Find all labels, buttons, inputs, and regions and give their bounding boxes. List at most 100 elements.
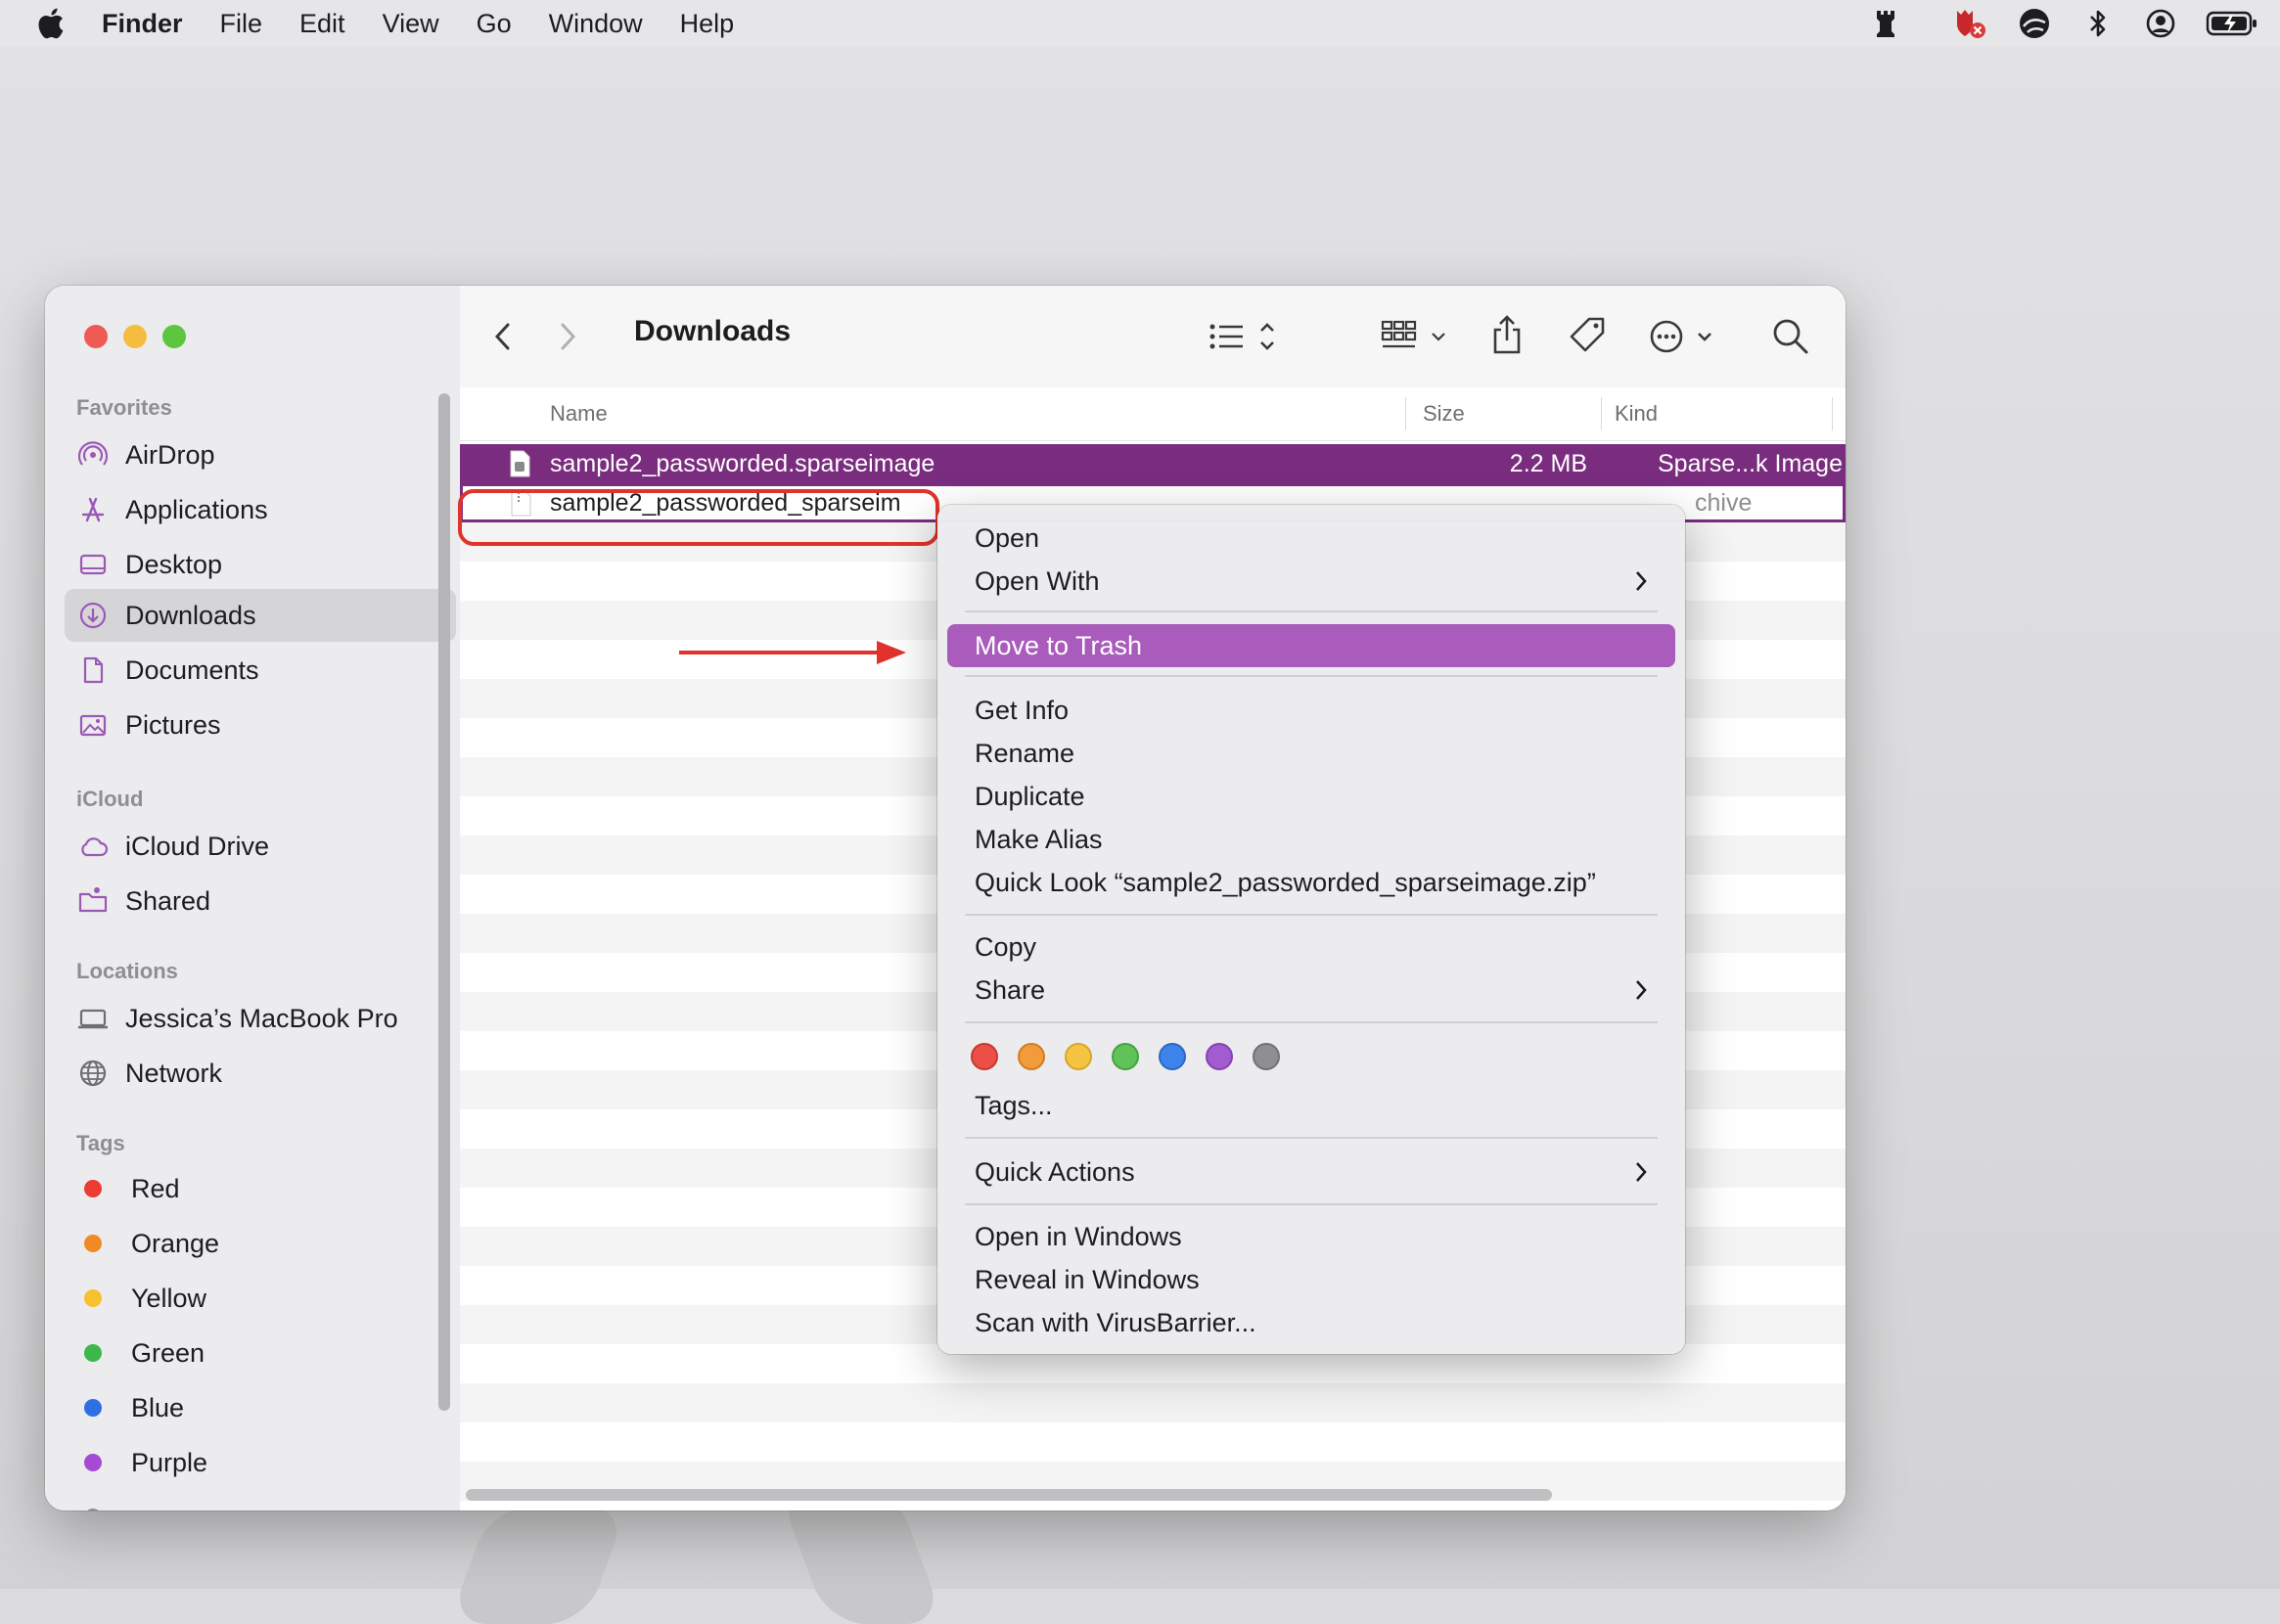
zoom-button[interactable]: [162, 325, 186, 348]
file-row-sparseimage[interactable]: sample2_passworded.sparseimage 2.2 MB Sp…: [460, 444, 1846, 483]
tag-color-gray[interactable]: [1253, 1043, 1280, 1070]
sidebar-item-desktop[interactable]: Desktop: [65, 538, 456, 591]
sidebar-item-network[interactable]: Network: [65, 1047, 456, 1100]
list-view-icon[interactable]: [1206, 317, 1286, 356]
tag-color-purple[interactable]: [1206, 1043, 1233, 1070]
menu-item-move-to-trash[interactable]: Move to Trash: [947, 624, 1675, 667]
menu-item-open[interactable]: Open: [947, 517, 1675, 560]
menu-item-label: Get Info: [975, 695, 1070, 725]
tag-color-green[interactable]: [1112, 1043, 1139, 1070]
menu-item-quick-actions[interactable]: Quick Actions: [947, 1150, 1675, 1194]
menu-item-make-alias[interactable]: Make Alias: [947, 818, 1675, 861]
tag-color-orange[interactable]: [1018, 1043, 1045, 1070]
tag-icon[interactable]: [1566, 313, 1609, 356]
sidebar-tag-more[interactable]: [65, 1491, 456, 1511]
menu-file[interactable]: File: [220, 9, 263, 39]
cloud-icon: [76, 830, 110, 863]
sidebar-item-label: Documents: [125, 654, 259, 685]
back-chevron-icon[interactable]: [487, 319, 517, 354]
sidebar-item-shared[interactable]: Shared: [65, 875, 456, 927]
sidebar-tag-yellow[interactable]: Yellow: [65, 1272, 456, 1325]
sidebar-item-pictures[interactable]: Pictures: [65, 699, 456, 751]
sidebar-item-label: Blue: [131, 1392, 185, 1422]
vpn-icon[interactable]: [2018, 0, 2051, 47]
sidebar-tag-orange[interactable]: Orange: [65, 1217, 456, 1270]
globe-icon: [76, 1057, 110, 1090]
menu-item-tags[interactable]: Tags...: [947, 1084, 1675, 1127]
sidebar-item-icloud-drive[interactable]: iCloud Drive: [65, 820, 456, 873]
more-actions-icon[interactable]: [1650, 315, 1722, 358]
sidebar-item-label: Purple: [131, 1447, 208, 1477]
menu-item-get-info[interactable]: Get Info: [947, 689, 1675, 732]
search-icon[interactable]: [1769, 315, 1812, 358]
menu-view[interactable]: View: [383, 9, 439, 39]
menu-help[interactable]: Help: [680, 9, 735, 39]
column-divider[interactable]: [1832, 397, 1833, 430]
sidebar-tag-green[interactable]: Green: [65, 1327, 456, 1379]
sidebar-item-applications[interactable]: Applications: [65, 483, 456, 536]
tag-dot-icon: [84, 1344, 102, 1362]
menu-item-label: Make Alias: [975, 824, 1103, 854]
sidebar-item-label: Downloads: [125, 600, 256, 630]
tag-color-yellow[interactable]: [1065, 1043, 1092, 1070]
chevron-right-icon: [1636, 1162, 1647, 1182]
menu-item-duplicate[interactable]: Duplicate: [947, 775, 1675, 818]
sidebar-item-macbook[interactable]: Jessica’s MacBook Pro: [65, 992, 456, 1045]
menu-item-open-in-windows[interactable]: Open in Windows: [947, 1215, 1675, 1258]
menu-window[interactable]: Window: [549, 9, 643, 39]
group-by-icon[interactable]: [1380, 317, 1458, 356]
sidebar-item-documents[interactable]: Documents: [65, 644, 456, 697]
sidebar-tag-blue[interactable]: Blue: [65, 1381, 456, 1434]
column-name[interactable]: Name: [550, 401, 608, 427]
user-account-icon[interactable]: [2145, 0, 2176, 47]
tag-dot-icon: [84, 1180, 102, 1197]
tag-dot-icon: [84, 1509, 102, 1511]
menu-go[interactable]: Go: [477, 9, 512, 39]
file-size: 2.2 MB: [1509, 449, 1587, 477]
menu-item-reveal-in-windows[interactable]: Reveal in Windows: [947, 1258, 1675, 1301]
menu-item-scan-virusbarrier[interactable]: Scan with VirusBarrier...: [947, 1301, 1675, 1344]
apple-logo-icon[interactable]: [35, 7, 65, 40]
close-button[interactable]: [84, 325, 108, 348]
menu-separator: [965, 1203, 1658, 1205]
sidebar-item-label: Applications: [125, 494, 268, 524]
menu-app-finder[interactable]: Finder: [102, 9, 183, 39]
empty-row: [460, 1383, 1846, 1422]
menu-item-quick-look[interactable]: Quick Look “sample2_passworded_sparseima…: [947, 861, 1675, 904]
battery-charging-icon: [2206, 0, 2258, 47]
bluetooth-icon[interactable]: [2088, 0, 2108, 47]
menu-item-copy[interactable]: Copy: [947, 925, 1675, 969]
menu-separator: [965, 914, 1658, 916]
pictures-icon: [76, 708, 110, 742]
menu-item-label: Open With: [975, 565, 1100, 596]
tag-color-blue[interactable]: [1159, 1043, 1186, 1070]
horizontal-scrollbar[interactable]: [466, 1489, 1552, 1501]
share-icon[interactable]: [1487, 311, 1527, 358]
sidebar-item-downloads[interactable]: Downloads: [65, 589, 456, 642]
tag-color-red[interactable]: [971, 1043, 998, 1070]
column-divider[interactable]: [1405, 397, 1406, 430]
sidebar-section-icloud: iCloud: [76, 787, 144, 811]
menu-item-label: Rename: [975, 738, 1075, 768]
column-divider[interactable]: [1601, 397, 1602, 430]
menu-edit[interactable]: Edit: [299, 9, 345, 39]
menu-item-label: Move to Trash: [975, 630, 1143, 660]
sidebar-item-label: Jessica’s MacBook Pro: [125, 1003, 398, 1033]
tag-dot-icon: [84, 1235, 102, 1252]
menu-item-label: Quick Look “sample2_passworded_sparseima…: [975, 867, 1596, 897]
menu-item-rename[interactable]: Rename: [947, 732, 1675, 775]
rook-icon[interactable]: [1873, 0, 1898, 47]
column-kind[interactable]: Kind: [1615, 401, 1658, 427]
menu-item-open-with[interactable]: Open With: [947, 560, 1675, 603]
minimize-button[interactable]: [123, 325, 147, 348]
sidebar-tag-purple[interactable]: Purple: [65, 1436, 456, 1489]
sidebar-item-airdrop[interactable]: AirDrop: [65, 429, 456, 481]
tag-dot-icon: [84, 1454, 102, 1471]
forward-chevron-icon[interactable]: [554, 319, 583, 354]
antivirus-icon[interactable]: [1951, 0, 1986, 47]
window-title: Downloads: [634, 315, 792, 347]
column-size[interactable]: Size: [1423, 401, 1465, 427]
sidebar-tag-red[interactable]: Red: [65, 1162, 456, 1215]
sidebar-scrollbar[interactable]: [438, 393, 450, 1411]
menu-item-share[interactable]: Share: [947, 969, 1675, 1012]
